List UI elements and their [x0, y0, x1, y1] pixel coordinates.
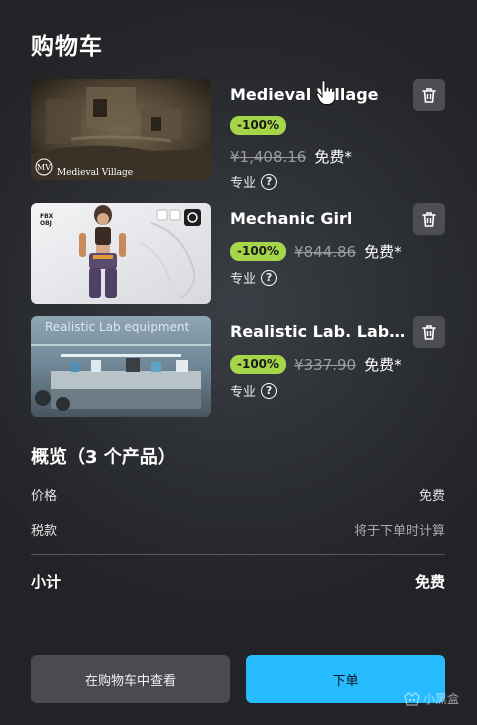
- watermark: 小黑盒: [404, 690, 459, 707]
- subtotal-label: 小计: [31, 573, 62, 591]
- help-icon[interactable]: ?: [261, 173, 278, 190]
- subtotal-row: 小计 免费: [31, 571, 445, 592]
- view-in-cart-button[interactable]: 在购物车中查看: [31, 655, 230, 703]
- fbx-badge: FBX: [40, 213, 54, 220]
- product-thumbnail[interactable]: Realistic Lab equipment: [31, 316, 211, 417]
- final-price: 免费*: [364, 356, 402, 374]
- help-icon[interactable]: ?: [261, 382, 278, 399]
- trash-icon: [422, 211, 436, 227]
- discount-badge: -100%: [230, 116, 287, 135]
- license-tier: 专业 ?: [230, 381, 278, 400]
- final-price: 免费*: [314, 148, 352, 166]
- original-price: ¥337.90: [294, 355, 357, 374]
- price-row: -100% ¥844.86 免费*: [230, 241, 402, 262]
- product-title[interactable]: Realistic Lab. Laboratory: [230, 322, 406, 341]
- overview-title: 概览（3 个产品）: [31, 447, 176, 468]
- delete-button[interactable]: [413, 316, 445, 348]
- help-icon[interactable]: ?: [261, 269, 278, 286]
- cart-item-mechanic-girl: FBX OBJ Mechanic Girl -100% ¥844.86 免费* …: [31, 203, 445, 304]
- trash-icon: [422, 324, 436, 340]
- thumb-caption: Medieval Village: [57, 168, 133, 178]
- tax-value: 将于下单时计算: [353, 524, 445, 539]
- price-label: 价格: [31, 489, 58, 504]
- price-value: 免费: [418, 489, 445, 504]
- subtotal-value: 免费: [414, 573, 445, 591]
- product-title[interactable]: Mechanic Girl: [230, 209, 406, 228]
- thumb-caption: Realistic Lab equipment: [45, 320, 190, 334]
- cart-item-realistic-lab: Realistic Lab equipment Realistic Lab. L…: [31, 316, 445, 417]
- tax-summary-row: 税款 将于下单时计算: [31, 520, 445, 539]
- price-row-2: ¥1,408.16 免费*: [230, 146, 352, 167]
- cart-item-medieval-village: MV Medieval Village Medieval Village -10…: [31, 79, 445, 191]
- realistic-lab-image: Realistic Lab equipment: [31, 316, 211, 417]
- svg-text:MV: MV: [37, 163, 51, 172]
- tax-label: 税款: [31, 524, 58, 539]
- price-row: -100%: [230, 116, 287, 135]
- license-tier: 专业 ?: [230, 268, 278, 287]
- discount-badge: -100%: [230, 355, 287, 374]
- license-label: 专业: [230, 272, 257, 287]
- delete-button[interactable]: [413, 203, 445, 235]
- watermark-text: 小黑盒: [423, 692, 460, 706]
- final-price: 免费*: [364, 243, 402, 261]
- trash-icon: [422, 87, 436, 103]
- obj-badge: OBJ: [40, 220, 52, 227]
- original-price: ¥844.86: [294, 242, 357, 261]
- page-title: 购物车: [31, 34, 103, 60]
- mechanic-girl-image: FBX OBJ: [31, 203, 211, 304]
- license-label: 专业: [230, 385, 257, 400]
- original-price: ¥1,408.16: [230, 147, 307, 166]
- product-thumbnail[interactable]: FBX OBJ: [31, 203, 211, 304]
- price-row: -100% ¥337.90 免费*: [230, 354, 402, 375]
- delete-button[interactable]: [413, 79, 445, 111]
- hand-cursor-icon: [316, 80, 336, 105]
- divider: [31, 554, 445, 555]
- medieval-village-image: MV Medieval Village: [31, 79, 211, 180]
- price-summary-row: 价格 免费: [31, 485, 445, 504]
- license-tier: 专业 ?: [230, 172, 278, 191]
- discount-badge: -100%: [230, 242, 287, 261]
- license-label: 专业: [230, 176, 257, 191]
- heybox-logo-icon: [404, 691, 420, 706]
- product-thumbnail[interactable]: MV Medieval Village: [31, 79, 211, 180]
